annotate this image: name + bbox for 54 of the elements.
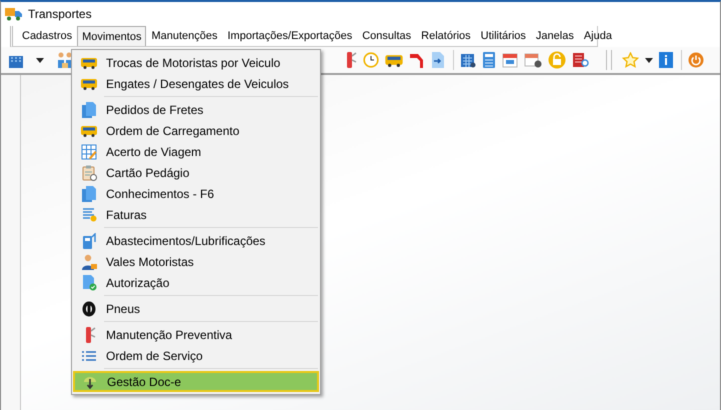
menu-bar-item[interactable]: Importações/Exportações <box>222 26 358 46</box>
menu-item[interactable]: Faturas <box>73 204 319 225</box>
caret-icon[interactable] <box>645 58 653 62</box>
menu-item[interactable]: Vales Motoristas <box>73 251 319 272</box>
truck-icon <box>5 7 22 21</box>
document-icon <box>82 186 96 202</box>
star-icon[interactable] <box>622 52 639 68</box>
calendar-gear-icon[interactable] <box>524 52 542 68</box>
menu-item[interactable]: Cartão Pedágio <box>73 162 319 183</box>
bus-icon <box>81 124 97 136</box>
bus-icon <box>81 56 97 68</box>
menu-item[interactable]: Manutenção Preventiva <box>73 324 319 345</box>
download-icon <box>82 374 98 388</box>
menu-item[interactable]: Autorização <box>73 272 319 293</box>
calendar-icon[interactable] <box>502 52 518 68</box>
power-icon[interactable] <box>688 52 704 68</box>
menu-item[interactable]: Pneus <box>73 298 319 319</box>
document-arrow-icon[interactable] <box>431 52 445 68</box>
menu-item[interactable]: Pedidos de Fretes <box>73 99 319 120</box>
calculator-icon[interactable] <box>482 52 496 68</box>
menu-item[interactable]: Ordem de Serviço <box>73 345 319 366</box>
document-check-icon <box>82 274 96 290</box>
calendar-icon[interactable] <box>460 52 476 68</box>
building-search-icon[interactable] <box>572 52 590 68</box>
spreadsheet-icon <box>81 144 97 160</box>
clipboard-icon <box>82 164 96 180</box>
menu-bar-item[interactable]: Ajuda <box>578 26 617 46</box>
tire-icon <box>82 300 96 316</box>
menu-bar-item[interactable]: Manutenções <box>146 26 222 46</box>
bus-icon <box>81 78 97 90</box>
menu-item[interactable]: Conhecimentos - F6 <box>73 183 319 204</box>
bus-icon[interactable] <box>385 54 403 66</box>
document-icon <box>82 102 96 118</box>
list-icon <box>82 350 96 362</box>
menu-item[interactable]: Acerto de Viagem <box>73 141 319 162</box>
menu-bar-item[interactable]: Consultas <box>357 26 416 46</box>
menu-bar-item[interactable]: Utilitários <box>476 26 531 46</box>
fuel-pump-icon <box>82 232 96 248</box>
clock-icon[interactable] <box>363 52 379 68</box>
people-icon[interactable] <box>56 51 74 69</box>
menu-item[interactable]: Ordem de Carregamento <box>73 120 319 141</box>
menu-bar-item[interactable]: Janelas <box>530 26 579 46</box>
menu-bar-item[interactable]: Relatórios <box>416 26 476 46</box>
menu-item[interactable]: Engates / Desengates de Veiculos <box>73 73 319 94</box>
caret-icon[interactable] <box>36 58 44 62</box>
window-title: Transportes <box>28 7 92 21</box>
menu-bar-item[interactable]: Cadastros <box>17 26 78 46</box>
fuel-nozzle-icon[interactable] <box>409 51 425 69</box>
list-icon <box>82 207 96 222</box>
info-icon[interactable] <box>659 52 673 68</box>
menu-bar-item[interactable]: Movimentos <box>77 26 146 46</box>
menu-item[interactable]: Gestão Doc-e <box>73 371 319 392</box>
person-icon <box>81 254 97 270</box>
menu-item[interactable]: Abastecimentos/Lubrificações <box>73 230 319 251</box>
